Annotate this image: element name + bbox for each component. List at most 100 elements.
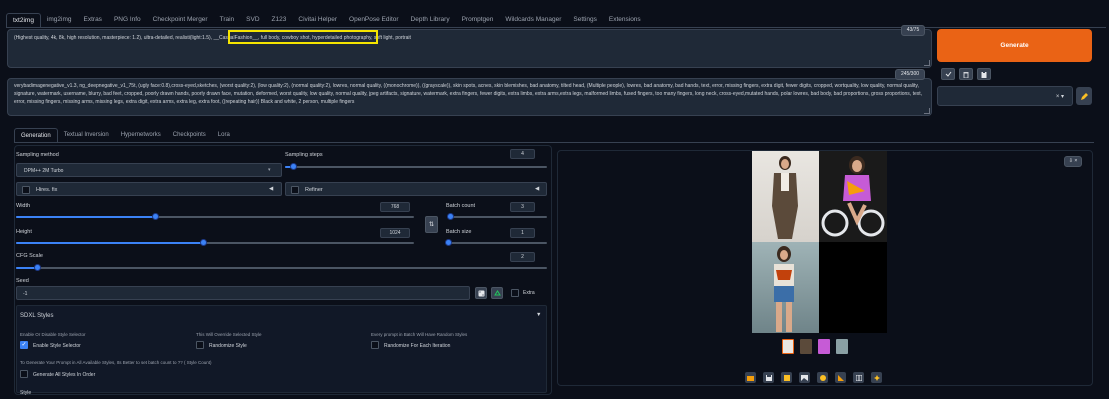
negative-resize-handle[interactable] xyxy=(924,108,930,114)
every-prompt-caption: Every prompt in Batch Will Have Random S… xyxy=(371,332,468,337)
enable-style-label: Enable Style Selector xyxy=(33,343,81,349)
download-close-icon[interactable]: ⇩ × xyxy=(1064,156,1082,167)
generated-image-1[interactable] xyxy=(752,151,819,242)
refiner-label: Refiner xyxy=(305,187,323,193)
tab-z123[interactable]: Z123 xyxy=(266,13,293,27)
woman-denim-image xyxy=(774,246,794,332)
collapse-arrow-icon[interactable]: ◀ xyxy=(269,186,273,192)
highlight-box xyxy=(228,30,378,44)
width-label: Width xyxy=(16,203,31,209)
generate-all-checkbox[interactable] xyxy=(20,370,28,378)
sampling-steps-track[interactable] xyxy=(285,166,547,168)
height-fill xyxy=(16,242,204,244)
subtab-generation[interactable]: Generation xyxy=(14,128,58,143)
tab-checkpoint-merger[interactable]: Checkpoint Merger xyxy=(147,13,214,27)
height-thumb[interactable] xyxy=(200,239,208,246)
thumbnail-image-2[interactable] xyxy=(818,339,830,354)
subtab-checkpoints[interactable]: Checkpoints xyxy=(167,128,212,143)
image-icon[interactable] xyxy=(799,372,810,383)
batch-count-thumb[interactable] xyxy=(446,213,454,220)
zip-icon[interactable] xyxy=(781,372,792,383)
sdxl-styles-section xyxy=(16,305,547,393)
subtab-hypernetworks[interactable]: Hypernetworks xyxy=(115,128,167,143)
cfg-scale-track[interactable] xyxy=(16,267,547,269)
enable-style-caption: Enable Or Disable Style Selector xyxy=(20,332,86,337)
randomize-each-label: Randomize For Each Iteration xyxy=(384,343,451,349)
refiner-checkbox[interactable] xyxy=(291,186,299,194)
sampling-steps-thumb[interactable] xyxy=(289,163,297,170)
tab-openpose-editor[interactable]: OpenPose Editor xyxy=(343,13,405,27)
batch-size-input[interactable]: 1 xyxy=(510,228,535,238)
batch-count-input[interactable]: 3 xyxy=(510,202,535,212)
generate-button[interactable]: Generate xyxy=(937,29,1092,62)
folder-icon[interactable] xyxy=(745,372,756,383)
subtab-lora[interactable]: Lora xyxy=(212,128,236,143)
trash-icon[interactable] xyxy=(959,68,973,80)
clipboard-icon[interactable] xyxy=(977,68,991,80)
batch-size-track[interactable] xyxy=(448,242,547,244)
prompt-text-before: (Highest quality, 4k, 8k, high resolutio… xyxy=(14,35,190,41)
extra-checkbox[interactable] xyxy=(511,289,519,297)
width-input[interactable]: 768 xyxy=(380,202,410,212)
save-icon[interactable] xyxy=(763,372,774,383)
thumbnail-image-1[interactable] xyxy=(800,339,812,354)
sampling-method-label: Sampling method xyxy=(16,152,59,158)
tab-png-info[interactable]: PNG Info xyxy=(108,13,147,27)
triangle-ruler-icon[interactable] xyxy=(835,372,846,383)
style-dropdown[interactable]: × ▾ xyxy=(937,86,1073,106)
recycle-icon[interactable] xyxy=(491,287,503,299)
tab-extras[interactable]: Extras xyxy=(78,13,108,27)
batch-count-track[interactable] xyxy=(448,216,547,218)
pencil-icon[interactable] xyxy=(1076,87,1092,105)
tab-wildcards-manager[interactable]: Wildcards Manager xyxy=(499,13,567,27)
tab-txt2img[interactable]: txt2img xyxy=(6,13,41,27)
hires-fix-checkbox[interactable] xyxy=(22,186,30,194)
randomize-each-checkbox[interactable] xyxy=(371,341,379,349)
palette-icon[interactable] xyxy=(817,372,828,383)
seed-input[interactable]: -1 xyxy=(16,286,470,300)
generated-image-2[interactable] xyxy=(819,151,887,242)
tab-img2img[interactable]: img2img xyxy=(41,13,78,27)
thumbnail-grid[interactable] xyxy=(782,339,794,354)
negative-token-counter: 245/300 xyxy=(895,69,925,80)
batch-size-thumb[interactable] xyxy=(445,239,452,246)
height-input[interactable]: 1024 xyxy=(380,228,410,238)
sdxl-collapse-icon[interactable]: ▼ xyxy=(536,312,541,318)
seed-label: Seed xyxy=(16,278,29,284)
style-clear-icon[interactable]: × ▾ xyxy=(1056,93,1064,100)
woman-blazer-image xyxy=(772,156,798,239)
top-tab-bar: txt2img img2img Extras PNG Info Checkpoint M… xyxy=(6,13,647,27)
prompt-textarea[interactable]: (Highest quality, 4k, 8k, high resolutio… xyxy=(7,29,932,68)
subtab-divider xyxy=(14,142,1094,143)
tab-extensions[interactable]: Extensions xyxy=(603,13,647,27)
tab-svd[interactable]: SVD xyxy=(240,13,265,27)
swap-dimensions-button[interactable]: ⇅ xyxy=(425,216,438,233)
sparkle-icon[interactable] xyxy=(871,372,882,383)
height-label: Height xyxy=(16,229,32,235)
tab-civitai-helper[interactable]: Civitai Helper xyxy=(292,13,343,27)
tab-promptgen[interactable]: Promptgen xyxy=(456,13,500,27)
hires-fix-accordion[interactable]: Hires. fix ◀ xyxy=(16,182,282,196)
woman-bicycle-image xyxy=(821,156,885,237)
tab-train[interactable]: Train xyxy=(214,13,241,27)
generated-image-3[interactable] xyxy=(752,242,819,333)
grid-icon[interactable] xyxy=(853,372,864,383)
tab-settings[interactable]: Settings xyxy=(567,13,603,27)
tab-depth-library[interactable]: Depth Library xyxy=(405,13,456,27)
sampling-method-dropdown[interactable]: DPM++ 2M Turbo ▾ xyxy=(16,163,282,177)
subtab-textual-inversion[interactable]: Textual Inversion xyxy=(58,128,115,143)
prompt-resize-handle[interactable] xyxy=(924,60,930,66)
swap-icon: ⇅ xyxy=(428,222,435,228)
refiner-accordion[interactable]: Refiner ◀ xyxy=(285,182,547,196)
style-label: Style xyxy=(20,390,32,396)
sampling-steps-input[interactable]: 4 xyxy=(510,149,535,159)
negative-prompt-textarea[interactable]: verybadimagenegative_v1.3, ng_deepnegati… xyxy=(7,78,932,116)
randomize-style-checkbox[interactable] xyxy=(196,341,204,349)
generation-tab-bar: Generation Textual Inversion Hypernetworks… xyxy=(14,128,236,143)
thumbnail-image-3[interactable] xyxy=(836,339,848,354)
cfg-scale-input[interactable]: 2 xyxy=(510,252,535,262)
collapse-arrow-icon[interactable]: ◀ xyxy=(535,186,539,192)
enable-style-checkbox[interactable]: ✓ xyxy=(20,341,28,349)
dice-icon[interactable] xyxy=(475,287,487,299)
check-icon[interactable] xyxy=(941,68,955,80)
